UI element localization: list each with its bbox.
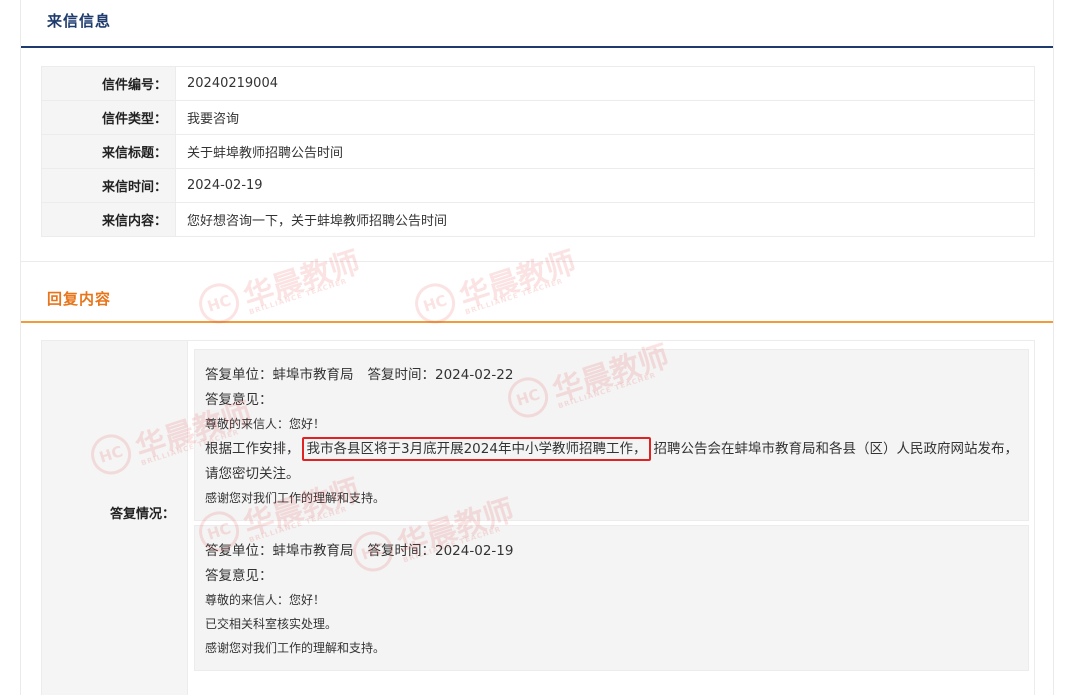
reply-title: 回复内容 — [47, 290, 112, 308]
reply-unit: 答复单位：蚌埠市教育局 — [205, 367, 354, 383]
letter-info-header: 来信信息 — [21, 0, 1053, 48]
reply-body: 已交相关科室核实处理。 — [205, 617, 338, 631]
reply-unit: 答复单位：蚌埠市教育局 — [205, 543, 354, 559]
reply-thanks: 感谢您对我们工作的理解和支持。 — [205, 641, 386, 655]
reply-thanks: 感谢您对我们工作的理解和支持。 — [205, 491, 386, 505]
letter-content-value: 您好想咨询一下，关于蚌埠教师招聘公告时间 — [175, 202, 1035, 237]
letter-title-label: 来信标题： — [41, 134, 176, 169]
letter-title-value: 关于蚌埠教师招聘公告时间 — [175, 134, 1035, 169]
reply-opinion-label: 答复意见： — [205, 392, 273, 408]
reply-greeting: 尊敬的来信人：您好！ — [205, 417, 326, 431]
reply-opinion-label: 答复意见： — [205, 568, 273, 584]
reply-body: 根据工作安排， 我市各县区将于3月底开展2024年中小学教师招聘工作， 招聘公告会在… — [205, 436, 1018, 462]
reply-header: 回复内容 — [21, 276, 1053, 323]
table-row: 信件类型： 我要咨询 — [41, 100, 1035, 135]
letter-time-label: 来信时间： — [41, 168, 176, 203]
reply-meta: 答复单位：蚌埠市教育局 答复时间：2024-02-19 — [205, 538, 1018, 564]
highlighted-text: 我市各县区将于3月底开展2024年中小学教师招聘工作， — [301, 437, 652, 461]
letter-type-label: 信件类型： — [41, 100, 176, 135]
letter-number-value: 20240219004 — [175, 66, 1035, 101]
letter-type-value: 我要咨询 — [175, 100, 1035, 135]
reply-card: 答复单位：蚌埠市教育局 答复时间：2024-02-19 答复意见： 尊敬的来信人：… — [194, 525, 1029, 671]
table-row: 来信标题： 关于蚌埠教师招聘公告时间 — [41, 134, 1035, 169]
reply-meta: 答复单位：蚌埠市教育局 答复时间：2024-02-22 — [205, 362, 1018, 388]
table-row: 来信内容： 您好想咨询一下，关于蚌埠教师招聘公告时间 — [41, 202, 1035, 237]
reply-panel: 回复内容 答复情况： 答复单位：蚌埠市教育局 答复时间：2024-02-22 答复… — [20, 262, 1054, 695]
reply-status-label: 答复情况： — [109, 507, 175, 522]
letter-time-value: 2024-02-19 — [175, 168, 1035, 203]
reply-body-suffix: 招聘公告会在蚌埠市教育局和各县（区）人民政府网站发布， — [653, 441, 1018, 457]
reply-time: 答复时间：2024-02-22 — [367, 367, 514, 383]
letter-info-title: 来信信息 — [47, 12, 112, 30]
reply-status-label-cell: 答复情况： — [42, 341, 188, 695]
reply-greeting: 尊敬的来信人：您好！ — [205, 593, 326, 607]
reply-frame: 答复情况： 答复单位：蚌埠市教育局 答复时间：2024-02-22 答复意见： 尊… — [41, 340, 1035, 695]
letter-content-label: 来信内容： — [41, 202, 176, 237]
reply-card: 答复单位：蚌埠市教育局 答复时间：2024-02-22 答复意见： 尊敬的来信人：… — [194, 349, 1029, 521]
reply-body-prefix: 根据工作安排， — [205, 441, 300, 457]
table-row: 来信时间： 2024-02-19 — [41, 168, 1035, 203]
letter-info-panel: 来信信息 信件编号： 20240219004 信件类型： 我要咨询 来信标题： … — [20, 0, 1054, 262]
table-row: 信件编号： 20240219004 — [41, 66, 1035, 101]
reply-body-line2: 请您密切关注。 — [205, 466, 300, 482]
reply-time: 答复时间：2024-02-19 — [367, 543, 514, 559]
letter-info-table: 信件编号： 20240219004 信件类型： 我要咨询 来信标题： 关于蚌埠教… — [41, 66, 1035, 237]
letter-number-label: 信件编号： — [41, 66, 176, 101]
